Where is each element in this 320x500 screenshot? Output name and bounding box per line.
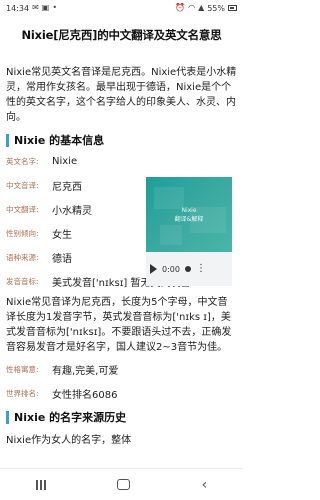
info-value: 小水精灵: [52, 205, 92, 217]
battery-icon: [228, 5, 237, 11]
info-label: 中文音译:: [6, 180, 39, 190]
audio-time: 0:00: [162, 264, 180, 274]
pronunciation-paragraph: Nixie常见音译为尼克西，长度为5个字母，中文音译长度为1发音字节，英式发音音…: [6, 297, 232, 353]
home-button[interactable]: [117, 479, 131, 490]
page-title: Nixie[尼克西]的中文翻译及英文名意思: [21, 28, 222, 42]
wifi-icon: ◠: [188, 3, 196, 12]
alarm-icon: ⏰: [175, 3, 186, 12]
info-label: 中文翻译:: [6, 204, 39, 214]
back-button[interactable]: ‹: [202, 478, 208, 492]
info-row-meaning: 性格寓意: 有趣,完美,可爱: [6, 357, 237, 381]
info-value: 德语: [52, 253, 72, 265]
info-value: Nixie: [52, 155, 78, 167]
info-label: 性格寓意:: [6, 364, 39, 374]
info-value: 女性排名6086: [52, 389, 118, 401]
audio-player: Nixie 翻译&解释 0:00 ⋮: [146, 177, 232, 287]
info-label: 英文名字:: [6, 156, 39, 166]
signal-icon: ▲: [198, 3, 205, 12]
info-label: 性别倾向:: [6, 228, 39, 238]
progress-handle[interactable]: [184, 266, 191, 272]
system-nav-bar: ‹: [0, 468, 243, 500]
section-marker: [6, 133, 9, 147]
origin-paragraph: Nixie作为女人的名字，整体: [6, 435, 132, 446]
clock: 14:34: [6, 3, 30, 13]
section-marker: [6, 410, 9, 424]
origin-heading: Nixie 的名字来源历史: [6, 409, 237, 425]
info-row-ranking: 世界排名: 女性排名6086: [6, 381, 237, 405]
info-label: 发音音标:: [6, 276, 39, 286]
info-row-english-name: 英文名字: Nixie: [6, 149, 237, 173]
info-value: 有趣,完美,可爱: [52, 365, 119, 377]
info-value: 女生: [52, 229, 72, 241]
info-label: 语种来源:: [6, 252, 39, 262]
info-value: 尼克西: [52, 181, 82, 193]
traits-list: 性格寓意: 有趣,完美,可爱 世界排名: 女性排名6086: [6, 357, 237, 405]
basic-info-heading: Nixie 的基本信息: [6, 132, 237, 148]
more-options-icon[interactable]: ⋮: [196, 264, 206, 274]
info-label: 世界排名:: [6, 388, 39, 398]
origin-title: Nixie 的名字来源历史: [14, 411, 127, 424]
status-bar: 14:34 ✉ ▣ • ⏰ ◠ ▲ 55%: [0, 0, 243, 16]
intro-paragraph: Nixie常见英文名音译是尼克西。Nixie代表是小水精灵，常用作女孩名。最早出…: [6, 67, 237, 123]
image-icon: ▣: [41, 3, 50, 12]
notification-icon: ✉: [32, 3, 39, 12]
audio-cover: Nixie 翻译&解释: [146, 177, 232, 252]
more-dots-icon: •: [52, 3, 58, 12]
recent-apps-button[interactable]: [35, 479, 46, 490]
play-icon[interactable]: [150, 264, 157, 274]
basic-info-title: Nixie 的基本信息: [14, 134, 105, 147]
audio-controls: 0:00 ⋮: [146, 252, 232, 286]
battery-percent: 55%: [207, 3, 225, 13]
